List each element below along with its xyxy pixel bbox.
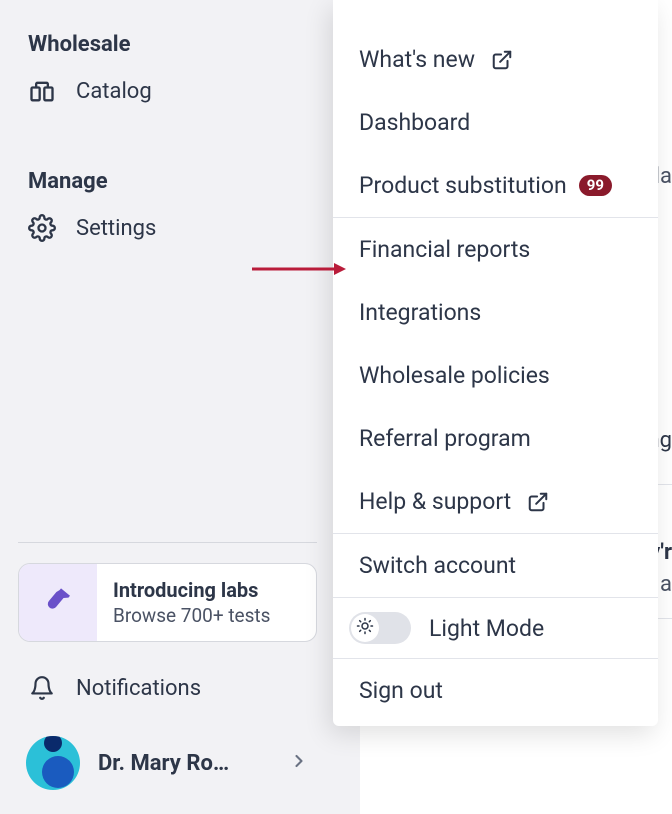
bell-icon bbox=[28, 674, 56, 702]
sidebar-item-settings[interactable]: Settings bbox=[18, 204, 317, 252]
sidebar-section-wholesale: Wholesale bbox=[18, 32, 317, 57]
labs-icon-area bbox=[19, 564, 97, 641]
menu-item-product-substitution[interactable]: Product substitution 99 bbox=[333, 154, 658, 217]
sidebar-section-manage: Manage bbox=[18, 169, 317, 194]
labs-title: Introducing labs bbox=[113, 578, 270, 602]
menu-item-help-support[interactable]: Help & support bbox=[333, 470, 658, 533]
menu-item-label: Switch account bbox=[359, 552, 516, 579]
test-tube-icon bbox=[44, 587, 72, 619]
menu-item-label: Help & support bbox=[359, 488, 511, 515]
menu-item-referral-program[interactable]: Referral program bbox=[333, 407, 658, 470]
catalog-icon bbox=[28, 77, 56, 105]
sidebar: Wholesale Catalog Manage Settings Introd… bbox=[0, 0, 335, 814]
user-dropdown-menu: What's new Dashboard Product substitutio… bbox=[333, 0, 658, 726]
sidebar-item-label: Catalog bbox=[76, 79, 152, 104]
menu-item-label: Integrations bbox=[359, 299, 481, 326]
menu-item-wholesale-policies[interactable]: Wholesale policies bbox=[333, 344, 658, 407]
labs-promo-card[interactable]: Introducing labs Browse 700+ tests bbox=[18, 563, 317, 642]
external-link-icon bbox=[491, 49, 513, 71]
menu-item-switch-account[interactable]: Switch account bbox=[333, 534, 658, 597]
menu-item-whats-new[interactable]: What's new bbox=[333, 28, 658, 91]
menu-item-financial-reports[interactable]: Financial reports bbox=[333, 218, 658, 281]
sidebar-item-notifications[interactable]: Notifications bbox=[18, 664, 317, 712]
sidebar-divider bbox=[18, 542, 317, 543]
user-menu-trigger[interactable]: Dr. Mary Ro… bbox=[18, 730, 317, 796]
menu-item-label: Wholesale policies bbox=[359, 362, 550, 389]
sun-icon bbox=[356, 617, 374, 639]
menu-item-integrations[interactable]: Integrations bbox=[333, 281, 658, 344]
chevron-right-icon bbox=[289, 751, 309, 775]
external-link-icon bbox=[527, 491, 549, 513]
sidebar-item-catalog[interactable]: Catalog bbox=[18, 67, 317, 115]
menu-item-sign-out[interactable]: Sign out bbox=[333, 659, 658, 722]
gear-icon bbox=[28, 214, 56, 242]
notifications-label: Notifications bbox=[76, 676, 201, 701]
sidebar-item-label: Settings bbox=[76, 216, 156, 241]
user-name: Dr. Mary Ro… bbox=[98, 751, 271, 776]
theme-mode-label: Light Mode bbox=[429, 615, 544, 642]
avatar bbox=[26, 736, 80, 790]
menu-item-dashboard[interactable]: Dashboard bbox=[333, 91, 658, 154]
menu-item-label: Product substitution bbox=[359, 172, 567, 199]
menu-item-label: Dashboard bbox=[359, 109, 470, 136]
count-badge: 99 bbox=[579, 175, 612, 196]
menu-item-label: Sign out bbox=[359, 677, 443, 704]
menu-item-label: What's new bbox=[359, 46, 475, 73]
menu-item-label: Referral program bbox=[359, 425, 531, 452]
menu-item-label: Financial reports bbox=[359, 236, 530, 263]
theme-toggle[interactable] bbox=[349, 612, 411, 644]
labs-subtitle: Browse 700+ tests bbox=[113, 604, 270, 627]
toggle-knob bbox=[351, 614, 379, 642]
theme-mode-row: Light Mode bbox=[333, 597, 658, 658]
